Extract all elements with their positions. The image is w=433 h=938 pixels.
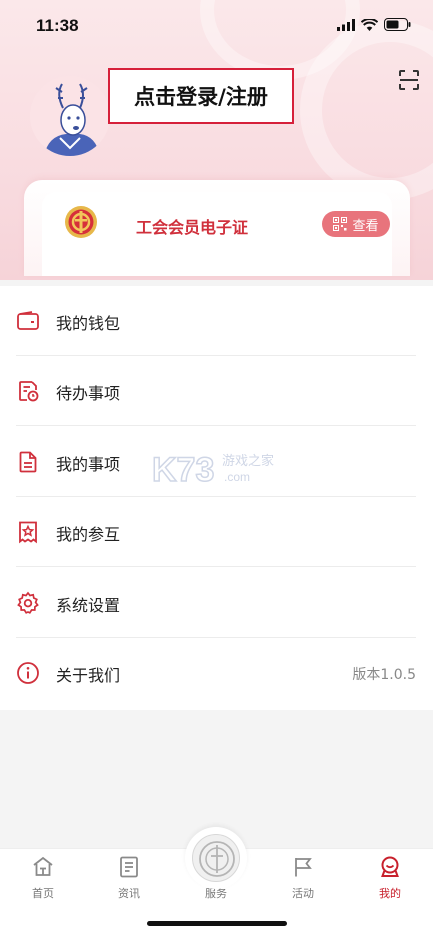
menu-item-participation[interactable]: 我的参互 [0,497,433,567]
menu-item-label: 我的事项 [56,455,121,474]
divider [16,566,416,567]
union-logo [64,205,98,239]
member-card-title: 工会会员电子证 [136,218,249,237]
status-bar: 11:38 [0,0,433,54]
qr-code-icon [333,217,348,231]
menu-item-settings[interactable]: 系统设置 [0,568,433,638]
service-center-button[interactable] [192,834,240,882]
tab-news[interactable]: 资讯 [86,849,172,909]
view-card-button[interactable]: 查看 [322,211,390,237]
battery-icon [384,18,411,31]
menu-item-wallet[interactable]: 我的钱包 [0,286,433,356]
scan-icon [399,70,419,90]
profile-icon [381,856,399,877]
divider [16,425,416,426]
profile-menu: 我的钱包 待办事项 我的事项 我的参互 系统设置 关于我们 版本1.0.5 [0,286,433,710]
info-icon [17,662,39,684]
avatar[interactable] [30,76,110,156]
watermark-sub: .com [224,470,250,484]
news-icon [120,856,138,878]
member-card[interactable]: 工会会员电子证 查看 [24,180,410,276]
status-icons [337,18,411,31]
watermark-text: 游戏之家 [222,453,274,469]
menu-item-label: 我的参互 [56,525,121,544]
menu-item-label: 关于我们 [56,666,121,685]
login-register-button[interactable]: 点击登录/注册 [108,68,294,124]
tab-activity[interactable]: 活动 [260,849,346,909]
tab-label: 资讯 [118,887,140,900]
tab-home[interactable]: 首页 [0,849,86,909]
view-card-label: 查看 [352,218,379,234]
deer-avatar-icon [30,76,110,156]
home-icon [33,856,53,876]
scan-button[interactable] [396,67,422,93]
home-indicator [147,921,287,926]
flag-icon [295,858,312,877]
wallet-icon [17,311,39,330]
service-emblem-icon [199,841,235,877]
k73-watermark-logo: K73 游戏之家 .com [151,450,274,490]
menu-item-label: 系统设置 [56,596,121,615]
wifi-icon [361,18,378,31]
status-time: 11:38 [36,16,79,35]
watermark-logo-text: K73 [152,451,214,488]
union-emblem-icon [65,206,97,238]
tab-label: 活动 [292,887,314,900]
watermark: K73 游戏之家 .com [151,448,282,490]
star-badge-icon [19,521,37,544]
todo-clock-icon [19,381,39,402]
menu-item-label: 待办事项 [56,384,121,403]
gear-icon [17,591,39,614]
menu-item-label: 我的钱包 [56,314,121,333]
menu-item-todo[interactable]: 待办事项 [0,356,433,426]
tab-label: 首页 [32,887,54,900]
menu-item-about[interactable]: 关于我们 版本1.0.5 [0,638,433,708]
tab-mine[interactable]: 我的 [347,849,433,909]
version-text: 版本1.0.5 [352,667,416,683]
document-icon [19,451,37,473]
signal-icon [337,18,355,31]
tab-label: 我的 [379,887,401,900]
